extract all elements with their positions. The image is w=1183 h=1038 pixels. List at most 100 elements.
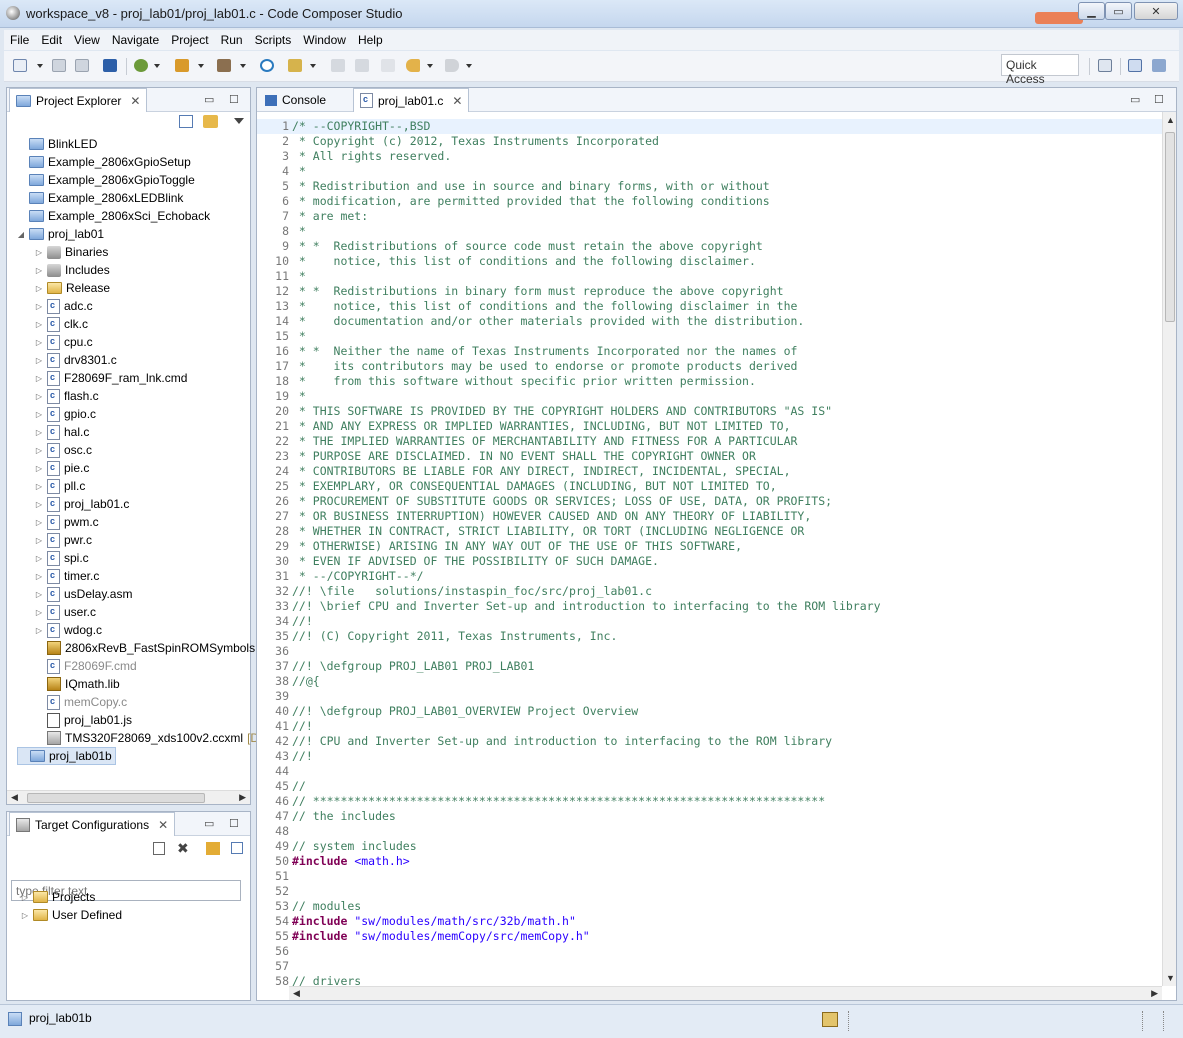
code-line[interactable]: 16 * * Neither the name of Texas Instrum… (257, 344, 1162, 359)
quick-access-input[interactable]: Quick Access (1001, 54, 1079, 86)
code-line[interactable]: 2 * Copyright (c) 2012, Texas Instrument… (257, 134, 1162, 149)
minimize-button[interactable]: ▁ (1078, 2, 1105, 20)
code-line[interactable]: 3 * All rights reserved. (257, 149, 1162, 164)
code-line[interactable]: 10 * notice, this list of conditions and… (257, 254, 1162, 269)
tree-item[interactable]: F28069F.cmd (35, 657, 137, 675)
code-line[interactable]: 48 (257, 824, 1162, 839)
tree-item[interactable]: ▷ proj_lab01.c (35, 495, 129, 513)
tree-item[interactable]: ▷ Binaries (35, 243, 108, 261)
collapse-all-icon[interactable] (179, 115, 193, 128)
code-line[interactable]: 50 #include <math.h> (257, 854, 1162, 869)
expand-icon[interactable]: ▷ (35, 518, 43, 527)
tree-item[interactable]: Example_2806xGpioToggle (17, 171, 195, 189)
menu-scripts[interactable]: Scripts (249, 33, 298, 47)
expand-icon[interactable]: ▷ (35, 608, 43, 617)
tree-item[interactable]: ▷ pll.c (35, 477, 85, 495)
code-line[interactable]: 45// (257, 779, 1162, 794)
expand-icon[interactable]: ◢ (17, 230, 25, 239)
debug-icon[interactable] (133, 58, 149, 74)
menu-run[interactable]: Run (215, 33, 249, 47)
minimize-view-icon[interactable]: ▭ (204, 93, 214, 106)
link-editor-icon[interactable] (203, 115, 218, 128)
save-all-icon[interactable] (74, 58, 90, 74)
code-line[interactable]: 37//! \defgroup PROJ_LAB01 PROJ_LAB01 (257, 659, 1162, 674)
tree-item[interactable]: ▷ adc.c (35, 297, 93, 315)
maximize-view-icon[interactable]: ☐ (229, 817, 239, 830)
code-line[interactable]: 27 * OR BUSINESS INTERRUPTION) HOWEVER C… (257, 509, 1162, 524)
expand-icon[interactable]: ▷ (35, 428, 43, 437)
code-line[interactable]: 52 (257, 884, 1162, 899)
code-line[interactable]: 44 (257, 764, 1162, 779)
tree-item[interactable]: proj_lab01b (17, 747, 116, 765)
code-line[interactable]: 40//! \defgroup PROJ_LAB01_OVERVIEW Proj… (257, 704, 1162, 719)
annotation-prev-icon[interactable] (330, 58, 346, 74)
build-hammer-icon[interactable] (216, 58, 232, 74)
expand-icon[interactable]: ▷ (35, 500, 43, 509)
tree-item[interactable]: ▷ clk.c (35, 315, 88, 333)
target-item-user-defined[interactable]: ▷ User Defined (21, 906, 122, 924)
code-line[interactable]: 46// ***********************************… (257, 794, 1162, 809)
flash-icon[interactable] (174, 58, 190, 74)
expand-icon[interactable]: ▷ (35, 554, 43, 563)
code-line[interactable]: 6 * modification, are permitted provided… (257, 194, 1162, 209)
refresh-icon[interactable] (206, 842, 220, 855)
code-line[interactable]: 55 #include "sw/modules/memCopy/src/memCo… (257, 929, 1162, 944)
editor-vertical-scrollbar[interactable]: ▲ ▼ (1162, 112, 1176, 986)
expand-icon[interactable]: ▷ (35, 572, 43, 581)
expand-icon[interactable]: ▷ (35, 590, 43, 599)
expand-icon[interactable]: ▷ (35, 626, 43, 635)
build-status-icon[interactable] (822, 1012, 838, 1027)
code-line[interactable]: 56 (257, 944, 1162, 959)
code-line[interactable]: 25 * EXEMPLARY, OR CONSEQUENTIAL DAMAGES… (257, 479, 1162, 494)
code-line[interactable]: 26 * PROCUREMENT OF SUBSTITUTE GOODS OR … (257, 494, 1162, 509)
code-line[interactable]: 54 #include "sw/modules/math/src/32b/math… (257, 914, 1162, 929)
code-line[interactable]: 36 (257, 644, 1162, 659)
code-line[interactable]: 35//! (C) Copyright 2011, Texas Instrume… (257, 629, 1162, 644)
code-line[interactable]: 11 * (257, 269, 1162, 284)
code-line[interactable]: 24 * CONTRIBUTORS BE LIABLE FOR ANY DIRE… (257, 464, 1162, 479)
code-line[interactable]: 1/* --COPYRIGHT--,BSD (257, 119, 1162, 134)
expand-icon[interactable]: ▷ (21, 893, 29, 902)
tree-item[interactable]: Example_2806xGpioSetup (17, 153, 191, 171)
code-line[interactable]: 49// system includes (257, 839, 1162, 854)
expand-icon[interactable]: ▷ (35, 356, 43, 365)
close-icon[interactable]: ✕ (452, 94, 462, 108)
tree-item[interactable]: TMS320F28069_xds100v2.ccxml [D (35, 729, 259, 747)
maximize-view-icon[interactable]: ☐ (229, 93, 239, 106)
tree-item[interactable]: Example_2806xSci_Echoback (17, 207, 210, 225)
tree-item[interactable]: ◢ proj_lab01 (17, 225, 104, 243)
code-line[interactable]: 20 * THIS SOFTWARE IS PROVIDED BY THE CO… (257, 404, 1162, 419)
menu-file[interactable]: File (4, 33, 35, 47)
tree-item[interactable]: ▷ cpu.c (35, 333, 93, 351)
menu-navigate[interactable]: Navigate (106, 33, 165, 47)
close-icon[interactable]: ✕ (158, 818, 168, 832)
expand-icon[interactable]: ▷ (35, 338, 43, 347)
tree-item[interactable]: ▷ pwm.c (35, 513, 99, 531)
new-icon[interactable] (12, 58, 28, 74)
tree-item[interactable]: ▷ spi.c (35, 549, 89, 567)
tree-item[interactable]: proj_lab01.js (35, 711, 132, 729)
code-line[interactable]: 14 * documentation and/or other material… (257, 314, 1162, 329)
tab-target-configurations[interactable]: Target Configurations ✕ (9, 812, 176, 836)
close-icon[interactable]: ✕ (130, 94, 140, 108)
target-item-projects[interactable]: ▷ Projects (21, 888, 95, 906)
close-window-button[interactable]: ✕ (1134, 2, 1178, 20)
tree-item[interactable]: ▷ Includes (35, 261, 110, 279)
expand-icon[interactable]: ▷ (35, 302, 43, 311)
code-line[interactable]: 8 * (257, 224, 1162, 239)
code-line[interactable]: 51 (257, 869, 1162, 884)
expand-icon[interactable]: ▷ (35, 266, 43, 275)
code-line[interactable]: 41//! (257, 719, 1162, 734)
code-line[interactable]: 57 (257, 959, 1162, 974)
menu-project[interactable]: Project (165, 33, 214, 47)
tree-item[interactable]: 2806xRevB_FastSpinROMSymbols. (35, 639, 258, 657)
tools-icon[interactable] (287, 58, 303, 74)
expand-icon[interactable]: ▷ (35, 410, 43, 419)
code-line[interactable]: 17 * its contributors may be used to end… (257, 359, 1162, 374)
tree-item[interactable]: IQmath.lib (35, 675, 120, 693)
code-line[interactable]: 18 * from this software without specific… (257, 374, 1162, 389)
tree-item[interactable]: ▷ gpio.c (35, 405, 96, 423)
search-icon[interactable] (259, 58, 275, 74)
explorer-horizontal-scrollbar[interactable]: ◀ ▶ (7, 790, 250, 804)
tree-item[interactable]: ▷ pie.c (35, 459, 89, 477)
